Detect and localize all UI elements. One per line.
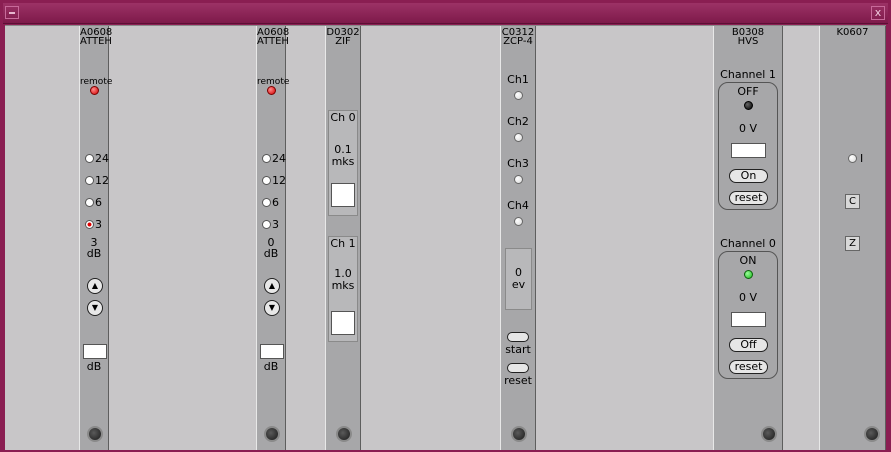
atten-24-label: 24 (95, 152, 109, 165)
ch1-led (514, 91, 523, 100)
ch2-led (514, 133, 523, 142)
input-unit: dB (263, 360, 279, 373)
channel0-voltage: 0 V (738, 291, 758, 304)
panel-screw-icon (336, 426, 352, 442)
module-type: ZCP-4 (503, 36, 533, 47)
title-bar[interactable]: x (3, 3, 888, 24)
module-b0308: B0308 HVS Channel 1 OFF 0 V On reset Cha… (713, 26, 783, 450)
atten-12-radio[interactable] (262, 176, 271, 185)
remote-led (267, 86, 276, 95)
ch1-label: Ch 1 (330, 237, 356, 250)
up-button[interactable]: ▲ (264, 278, 280, 294)
event-counter: 0 ev (505, 248, 532, 310)
channel0-led (744, 270, 753, 279)
atten-24-label: 24 (272, 152, 286, 165)
atten-12-label: 12 (95, 174, 109, 187)
ch3-led (514, 175, 523, 184)
module-c0312: C0312 ZCP-4 Ch1 Ch2 Ch3 Ch4 0 ev start r… (500, 26, 536, 450)
channel1-led (744, 101, 753, 110)
channel0-group: ON 0 V Off reset (718, 251, 778, 379)
atten-3-label: 3 (95, 218, 102, 231)
atten-3-radio[interactable] (262, 220, 271, 229)
ch0-label: Ch 0 (330, 111, 356, 124)
ch4-led (514, 217, 523, 226)
channel1-voltage: 0 V (738, 122, 758, 135)
remote-led (90, 86, 99, 95)
up-button[interactable]: ▲ (87, 278, 103, 294)
ch0-input[interactable] (331, 183, 355, 207)
atten-unit: dB (263, 247, 279, 260)
channel1-input[interactable] (731, 143, 766, 158)
panel-screw-icon (264, 426, 280, 442)
crate-area: A0608 ATTEH remote 24 12 6 3 3 dB ▲ ▼ dB… (5, 25, 886, 450)
atten-3-label: 3 (272, 218, 279, 231)
atten-6-label: 6 (272, 196, 279, 209)
channel0-title: Channel 0 (720, 237, 776, 250)
panel-screw-icon (864, 426, 880, 442)
ch0-group: Ch 0 0.1 mks (328, 110, 358, 216)
ch1-label: Ch1 (507, 73, 529, 86)
z-button[interactable]: Z (845, 236, 860, 251)
atten-24-radio[interactable] (262, 154, 271, 163)
atten-6-radio[interactable] (85, 198, 94, 207)
atten-unit: dB (86, 247, 102, 260)
channel1-reset-button[interactable]: reset (729, 191, 768, 205)
atten-input[interactable] (83, 344, 107, 359)
module-a0608-2: A0608 ATTEH remote 24 12 6 3 0 dB ▲ ▼ dB (256, 26, 289, 450)
module-type: HVS (737, 36, 759, 47)
input-unit: dB (86, 360, 102, 373)
menu-dash-icon (9, 12, 15, 14)
module-name: K0607 (836, 27, 869, 38)
channel0-off-button[interactable]: Off (729, 338, 768, 352)
atten-12-radio[interactable] (85, 176, 94, 185)
close-button[interactable]: x (871, 6, 885, 20)
module-k0607: K0607 I C Z (819, 26, 886, 450)
start-label: start (505, 343, 531, 356)
ch1-input[interactable] (331, 311, 355, 335)
atten-input[interactable] (260, 344, 284, 359)
atten-3-radio[interactable] (85, 220, 94, 229)
down-button[interactable]: ▼ (87, 300, 103, 316)
ch2-label: Ch2 (507, 115, 529, 128)
channel0-state: ON (739, 254, 757, 267)
channel1-state: OFF (737, 85, 759, 98)
ch3-label: Ch3 (507, 157, 529, 170)
channel1-group: OFF 0 V On reset (718, 82, 778, 210)
channel0-input[interactable] (731, 312, 766, 327)
ch0-unit: mks (331, 155, 355, 168)
module-type: ATTEH (80, 36, 112, 47)
ch1-value: 1.0 (334, 267, 352, 280)
atten-6-radio[interactable] (262, 198, 271, 207)
channel1-title: Channel 1 (720, 68, 776, 81)
module-type: ZIF (335, 36, 351, 47)
reset-button[interactable] (507, 363, 529, 373)
ch1-group: Ch 1 1.0 mks (328, 236, 358, 342)
panel-screw-icon (761, 426, 777, 442)
start-button[interactable] (507, 332, 529, 342)
module-d0302: D0302 ZIF Ch 0 0.1 mks Ch 1 1.0 mks (325, 26, 361, 450)
panel-screw-icon (511, 426, 527, 442)
ch4-label: Ch4 (507, 199, 529, 212)
atten-6-label: 6 (95, 196, 102, 209)
atten-24-radio[interactable] (85, 154, 94, 163)
i-led (848, 154, 857, 163)
event-unit: ev (511, 278, 526, 291)
module-a0608-1: A0608 ATTEH remote 24 12 6 3 3 dB ▲ ▼ dB (79, 26, 112, 450)
module-type: ATTEH (257, 36, 289, 47)
channel0-reset-button[interactable]: reset (729, 360, 768, 374)
i-label: I (860, 152, 864, 165)
panel-screw-icon (87, 426, 103, 442)
event-count: 0 (515, 266, 522, 279)
c-button[interactable]: C (845, 194, 860, 209)
ch1-unit: mks (331, 279, 355, 292)
channel1-on-button[interactable]: On (729, 169, 768, 183)
atten-12-label: 12 (272, 174, 286, 187)
down-button[interactable]: ▼ (264, 300, 280, 316)
ch0-value: 0.1 (334, 143, 352, 156)
reset-label: reset (504, 374, 532, 387)
window-menu-button[interactable] (5, 6, 19, 19)
crate-window: x A0608 ATTEH remote 24 12 6 3 3 dB ▲ ▼ … (0, 0, 891, 452)
